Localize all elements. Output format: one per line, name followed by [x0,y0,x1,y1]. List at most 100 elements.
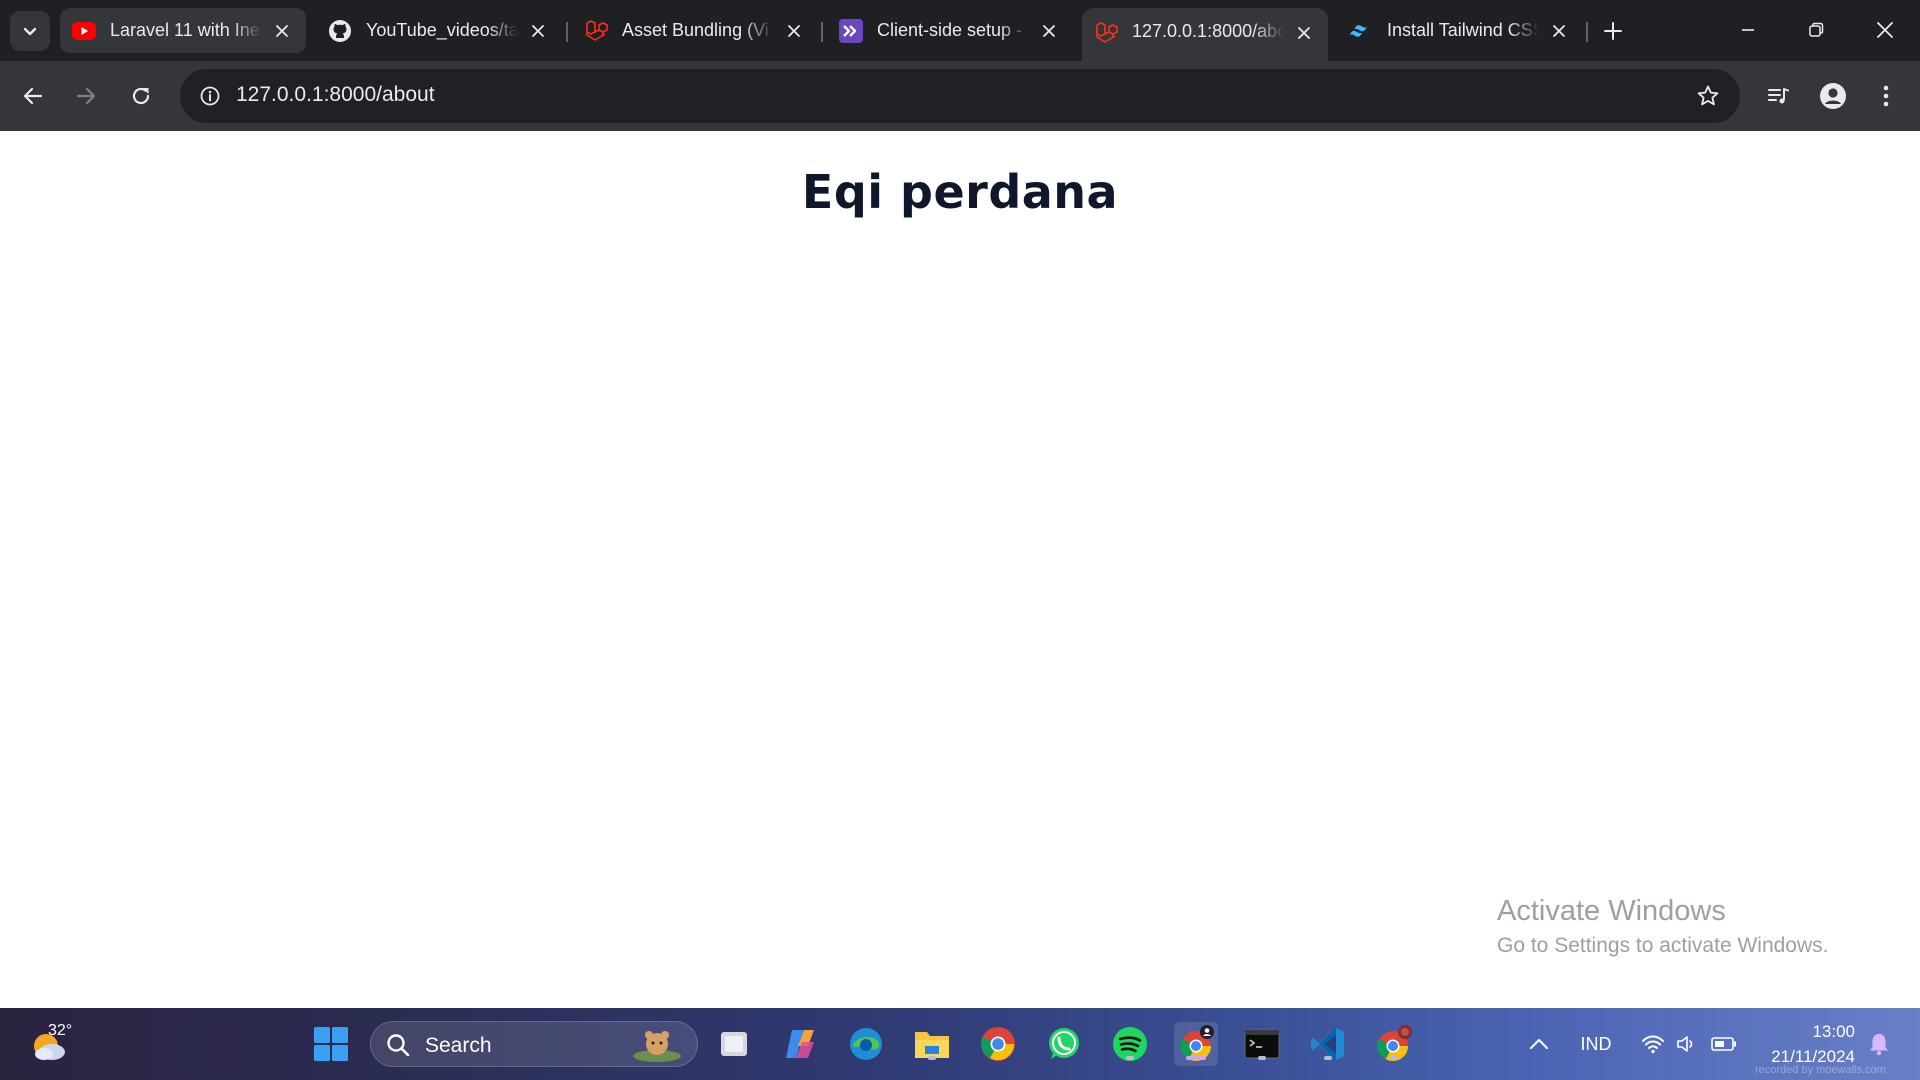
battery-status[interactable] [1708,1008,1740,1080]
tab-github-youtube-videos[interactable]: YouTube_videos/ta [316,8,562,53]
address-bar[interactable]: 127.0.0.1:8000/about [180,69,1740,123]
show-hidden-icons-button[interactable] [1524,1008,1554,1080]
url-path: :8000/about [323,83,435,106]
volume-status[interactable] [1672,1008,1702,1080]
close-icon[interactable] [1547,19,1571,43]
tab-title: Install Tailwind CSS [1387,20,1539,40]
back-button[interactable] [13,76,53,116]
restore-icon [1809,22,1824,37]
search-icon [387,1034,410,1057]
copilot-button[interactable] [778,1022,822,1066]
watermark-title: Activate Windows [1497,895,1726,927]
search-placeholder: Search [425,1034,492,1057]
search-highlight-icon [633,1031,681,1062]
recorder-watermark: recorded by moewalls.com [1755,1064,1886,1076]
battery-icon [1711,1037,1736,1051]
weather-temperature: 32° [48,1022,73,1039]
close-icon[interactable] [782,19,806,43]
tab-search-button[interactable] [10,11,50,51]
close-icon[interactable] [526,19,550,43]
reload-icon [132,87,150,105]
url-host: 127.0.0.1 [236,83,324,106]
arrow-right-icon [76,87,96,105]
tab-asset-bundling[interactable]: Asset Bundling (Vi [572,8,818,53]
chrome-button[interactable] [976,1022,1020,1066]
task-view-icon [721,1032,747,1056]
windows-start-icon [314,1027,348,1061]
tab-title: 127.0.0.1:8000/abo [1132,21,1284,41]
inertia-icon [839,18,863,43]
page-content: Eqi perdana Activate Windows Go to Setti… [0,131,1920,1008]
watermark-subtitle: Go to Settings to activate Windows. [1497,934,1829,957]
address-url[interactable]: 127.0.0.1:8000/about [236,83,435,107]
windows-taskbar: 32° Search IND 13:00 21/11/2024 recorded… [0,1008,1920,1080]
clock-time: 13:00 [1812,1022,1855,1041]
chevron-down-icon [23,27,37,36]
tab-title: YouTube_videos/ta [366,20,518,40]
language-indicator[interactable]: IND [1576,1008,1616,1080]
close-icon[interactable] [1037,19,1061,43]
close-icon [1877,22,1893,38]
start-button[interactable] [309,1022,353,1066]
reload-button[interactable] [121,76,161,116]
vscode-button[interactable] [1306,1022,1350,1066]
volume-icon [1677,1036,1693,1052]
tab-title: Laravel 11 with Ine [110,20,260,40]
bell-icon [1870,1034,1888,1056]
terminal-button[interactable] [1240,1022,1284,1066]
menu-button[interactable] [1866,76,1906,116]
tab-install-tailwind[interactable]: Install Tailwind CSS [1337,8,1583,53]
close-window-button[interactable] [1855,8,1915,52]
edge-button[interactable] [844,1022,888,1066]
copilot-icon [786,1030,814,1058]
system-clock[interactable]: 13:00 21/11/2024 [1755,1022,1855,1067]
tab-localhost-about[interactable]: 127.0.0.1:8000/abo [1082,8,1328,61]
media-control-button[interactable] [1758,76,1798,116]
laravel-icon [1094,21,1118,45]
wifi-status[interactable] [1638,1008,1668,1080]
restore-button[interactable] [1786,8,1846,52]
running-indicator [1390,1056,1398,1060]
spotify-button[interactable] [1108,1022,1152,1066]
tab-title: Asset Bundling (Vi [622,20,769,40]
terminal-icon [1244,1029,1280,1059]
tab-separator [821,22,823,42]
playlist-music-icon [1768,88,1789,104]
activate-windows-watermark: Activate Windows Go to Settings to activ… [1497,895,1829,958]
plus-icon [1604,22,1622,40]
minimize-button[interactable] [1718,8,1778,52]
tab-title: Client-side setup - [877,20,1023,40]
youtube-icon [72,19,96,43]
tab-separator [1586,22,1588,42]
kebab-menu-icon [1883,85,1889,107]
profile-button[interactable] [1813,76,1853,116]
bookmark-star-button[interactable] [1692,80,1724,112]
edge-icon [850,1028,882,1060]
page-title: Eqi perdana [801,165,1119,219]
task-view-button[interactable] [712,1022,756,1066]
tab-client-side-setup[interactable]: Client-side setup - [827,8,1073,53]
forward-button[interactable] [66,76,106,116]
tab-strip: Laravel 11 with Ine YouTube_videos/ta As… [0,0,1920,61]
avatar-icon [1820,83,1846,109]
arrow-left-icon [23,87,43,105]
chrome-alt-button[interactable] [1372,1022,1416,1066]
tailwind-icon [1349,19,1373,43]
whatsapp-button[interactable] [1042,1022,1086,1066]
close-icon[interactable] [270,19,294,43]
active-indicator [1186,1056,1206,1060]
running-indicator [1324,1056,1332,1060]
new-tab-button[interactable] [1596,14,1630,48]
running-indicator [1258,1056,1266,1060]
close-icon[interactable] [1292,21,1316,45]
tab-separator [566,22,568,42]
site-info-icon[interactable] [194,80,226,112]
chrome-profile-button[interactable] [1174,1022,1218,1066]
taskbar-search[interactable]: Search [370,1021,698,1067]
running-indicator [928,1056,936,1060]
running-indicator [1126,1056,1134,1060]
file-explorer-button[interactable] [910,1022,954,1066]
minimize-icon [1742,29,1754,31]
tab-laravel-inertia[interactable]: Laravel 11 with Ine [60,8,306,53]
github-icon [328,19,352,43]
